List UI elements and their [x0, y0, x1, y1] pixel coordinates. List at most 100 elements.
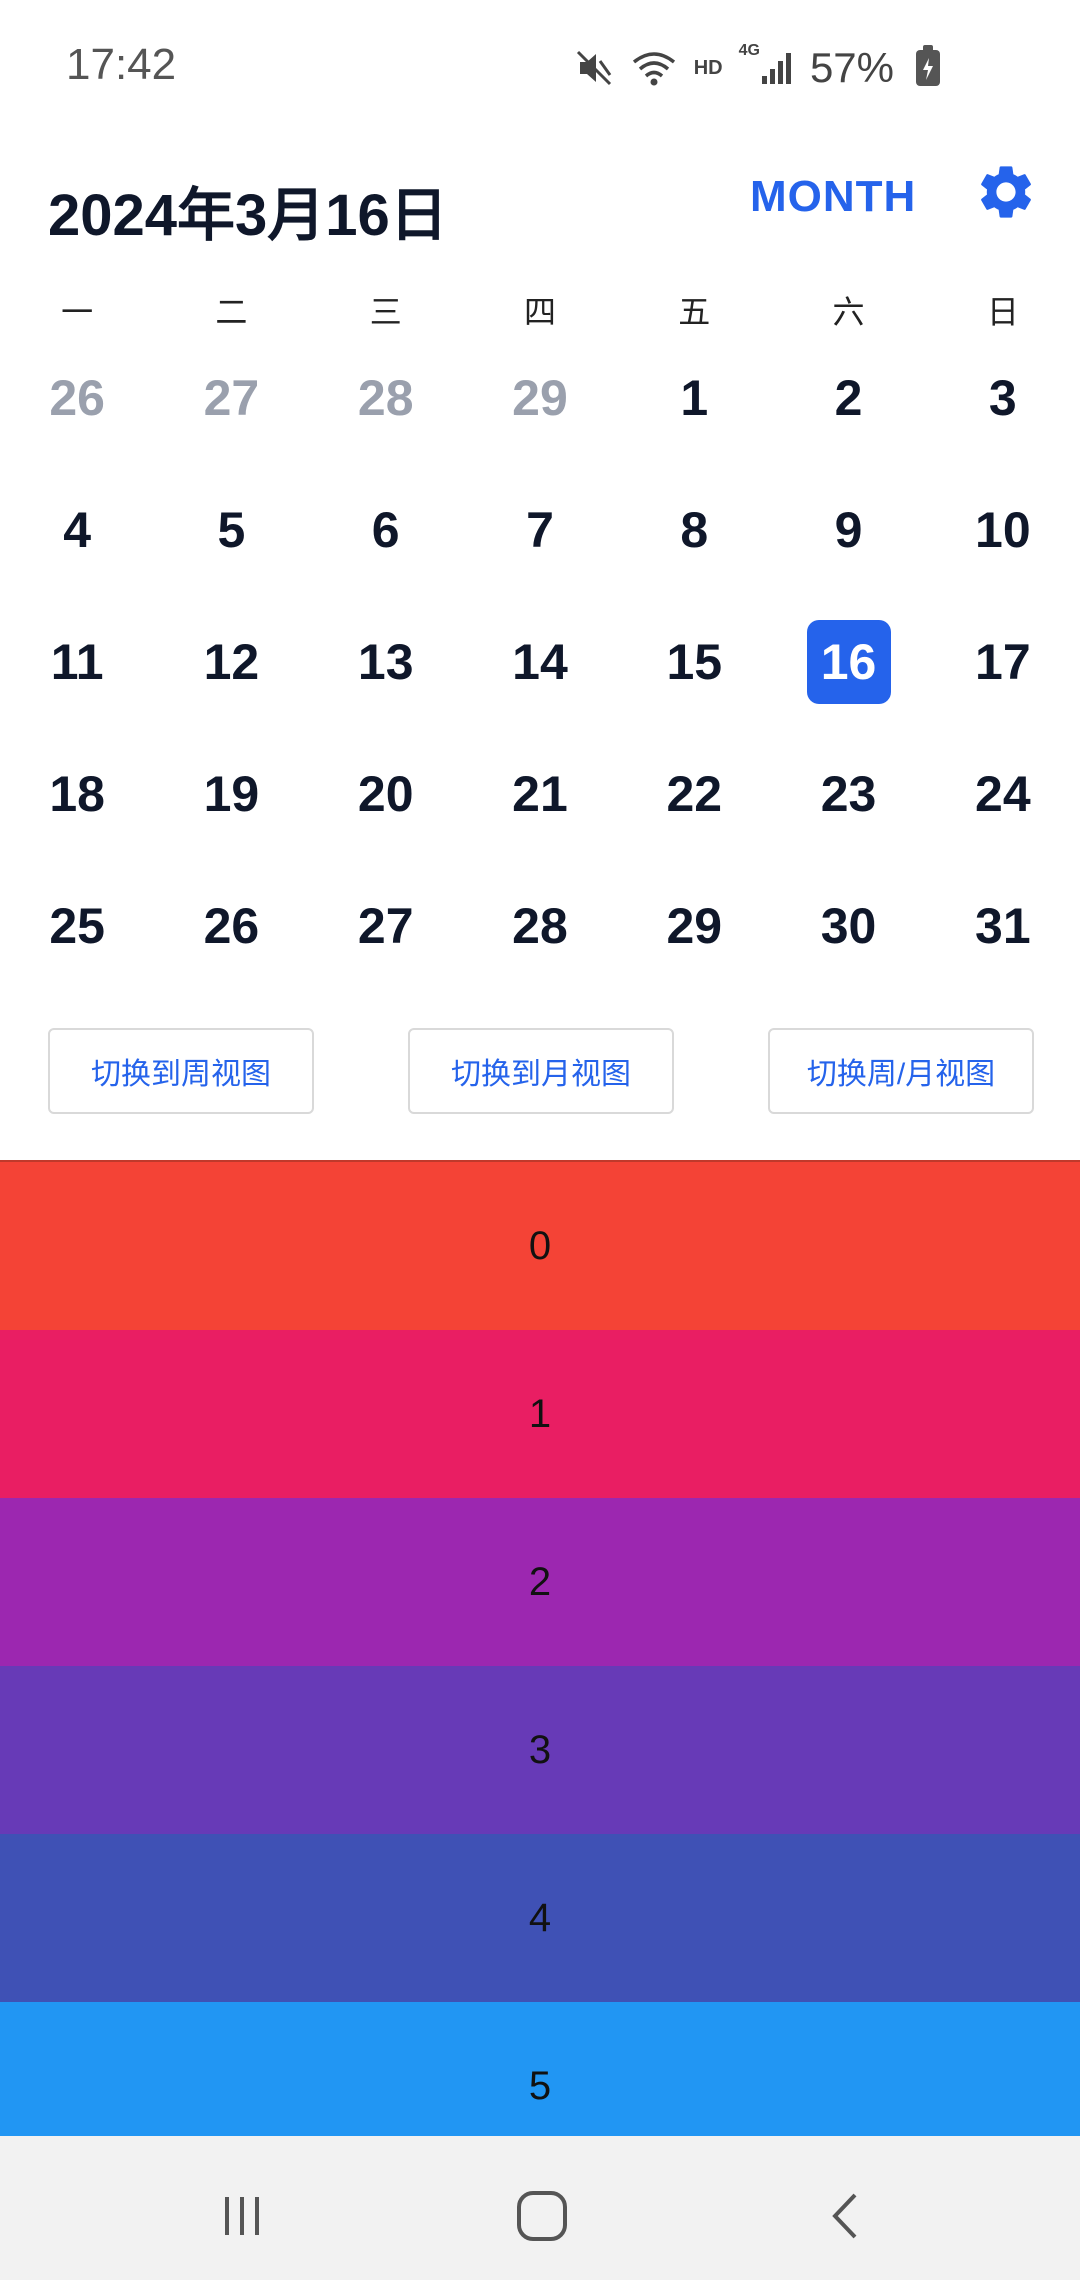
calendar-day-number: 1 — [680, 370, 709, 426]
calendar-day[interactable]: 25 — [0, 860, 154, 992]
gear-icon — [981, 166, 1031, 218]
home-icon — [517, 2191, 567, 2241]
calendar-day[interactable]: 6 — [309, 464, 463, 596]
calendar-day-number: 17 — [975, 634, 1031, 690]
toggle-week-month-button[interactable]: 切换周/月视图 — [768, 1028, 1034, 1114]
month-mode-button[interactable]: MONTH — [750, 172, 916, 222]
calendar-day-number: 3 — [988, 370, 1017, 426]
calendar-grid: 26 27 28 29 1 2 3 4 5 6 7 8 9 10 11 12 13 14 15 16 17 18 19 20 2… — [0, 332, 1080, 992]
calendar-day-number: 30 — [820, 898, 877, 954]
calendar-day-number: 20 — [357, 766, 414, 822]
home-button[interactable] — [502, 2176, 582, 2256]
calendar-day[interactable]: 19 — [154, 728, 308, 860]
calendar-day-number: 24 — [975, 766, 1031, 822]
wifi-icon — [630, 48, 678, 88]
status-bar: 17:42 HD 4G 57% — [0, 0, 1080, 130]
calendar-day[interactable]: 3 — [926, 332, 1080, 464]
calendar-day-number: 15 — [666, 634, 723, 690]
view-switch-buttons: 切换到周视图 切换到月视图 切换周/月视图 — [0, 1028, 1080, 1114]
status-time: 17:42 — [66, 40, 177, 89]
calendar-day-other-month[interactable]: 29 — [463, 332, 617, 464]
calendar-day-other-month[interactable]: 26 — [0, 332, 154, 464]
calendar-day[interactable]: 26 — [154, 860, 308, 992]
calendar-day-number: 11 — [50, 634, 104, 690]
mute-icon — [574, 48, 614, 88]
recent-apps-button[interactable] — [202, 2176, 282, 2256]
calendar-day[interactable]: 24 — [926, 728, 1080, 860]
calendar-week-row: 18 19 20 21 22 23 24 — [0, 728, 1080, 860]
calendar-week-row: 26 27 28 29 1 2 3 — [0, 332, 1080, 464]
calendar-header: 2024年3月16日 MONTH — [0, 130, 1080, 280]
calendar-day-number: 29 — [666, 898, 723, 954]
recent-apps-icon — [225, 2197, 259, 2235]
list-item[interactable]: 2 — [0, 1498, 1080, 1666]
calendar-day[interactable]: 31 — [926, 860, 1080, 992]
calendar-day[interactable]: 7 — [463, 464, 617, 596]
calendar-day[interactable]: 11 — [0, 596, 154, 728]
calendar-day[interactable]: 27 — [309, 860, 463, 992]
calendar-day-number: 25 — [49, 898, 105, 954]
calendar-day-other-month[interactable]: 27 — [154, 332, 308, 464]
calendar-day[interactable]: 1 — [617, 332, 771, 464]
calendar-day-number: 10 — [975, 502, 1031, 558]
signal-icon: 4G — [739, 42, 794, 88]
calendar-day-number: 12 — [203, 634, 260, 690]
switch-to-week-button[interactable]: 切换到周视图 — [48, 1028, 314, 1114]
list-item[interactable]: 4 — [0, 1834, 1080, 2002]
calendar-day-number: 4 — [63, 502, 92, 558]
calendar-week-row: 4 5 6 7 8 9 10 — [0, 464, 1080, 596]
calendar-day-number: 31 — [975, 898, 1031, 954]
calendar-day-number: 5 — [217, 502, 246, 558]
color-list[interactable]: 012345 — [0, 1160, 1080, 2138]
calendar-day-number: 28 — [512, 898, 568, 954]
calendar-week-row: 25 26 27 28 29 30 31 — [0, 860, 1080, 992]
calendar-day-number: 26 — [49, 370, 105, 426]
calendar-day[interactable]: 2 — [771, 332, 925, 464]
switch-to-month-button[interactable]: 切换到月视图 — [408, 1028, 674, 1114]
calendar-day-number: 8 — [680, 502, 709, 558]
calendar-day[interactable]: 21 — [463, 728, 617, 860]
navigation-bar — [0, 2136, 1080, 2280]
calendar-day[interactable]: 22 — [617, 728, 771, 860]
page-title: 2024年3月16日 — [48, 183, 448, 248]
signal-label: 4G — [738, 42, 760, 59]
hd-label: HD — [693, 56, 723, 79]
calendar-day[interactable]: 10 — [926, 464, 1080, 596]
list-item[interactable]: 3 — [0, 1666, 1080, 1834]
list-item[interactable]: 5 — [0, 2002, 1080, 2138]
calendar-day[interactable]: 4 — [0, 464, 154, 596]
calendar-day[interactable]: 9 — [771, 464, 925, 596]
calendar-day-number: 27 — [203, 370, 260, 426]
back-icon — [832, 2193, 857, 2239]
calendar-day[interactable]: 5 — [154, 464, 308, 596]
calendar-day-number: 18 — [49, 766, 105, 822]
calendar-day-number: 28 — [357, 370, 414, 426]
calendar-week-row: 11 12 13 14 15 16 17 — [0, 596, 1080, 728]
calendar-day[interactable]: 20 — [309, 728, 463, 860]
status-icons: HD 4G 57% — [574, 42, 940, 92]
calendar-day[interactable]: 30 — [771, 860, 925, 992]
settings-button[interactable] — [974, 160, 1044, 230]
calendar-day-number: 13 — [357, 634, 414, 690]
calendar-day-other-month[interactable]: 28 — [309, 332, 463, 464]
calendar-day-number: 16 — [806, 620, 891, 704]
calendar-day[interactable]: 28 — [463, 860, 617, 992]
calendar-day[interactable]: 29 — [617, 860, 771, 992]
calendar-day[interactable]: 18 — [0, 728, 154, 860]
calendar-day-selected[interactable]: 16 — [771, 596, 925, 728]
list-item[interactable]: 1 — [0, 1330, 1080, 1498]
calendar-day[interactable]: 17 — [926, 596, 1080, 728]
calendar-day[interactable]: 13 — [309, 596, 463, 728]
calendar-day-number: 19 — [203, 766, 260, 822]
list-item[interactable]: 0 — [0, 1162, 1080, 1330]
calendar-day[interactable]: 15 — [617, 596, 771, 728]
calendar-day-number: 22 — [666, 766, 723, 822]
calendar-day[interactable]: 23 — [771, 728, 925, 860]
calendar-day[interactable]: 8 — [617, 464, 771, 596]
calendar-day-number: 6 — [371, 502, 400, 558]
calendar-day[interactable]: 12 — [154, 596, 308, 728]
calendar-day-number: 9 — [834, 502, 863, 558]
calendar-day-number: 29 — [512, 370, 568, 426]
calendar-day[interactable]: 14 — [463, 596, 617, 728]
back-button[interactable] — [806, 2176, 886, 2256]
